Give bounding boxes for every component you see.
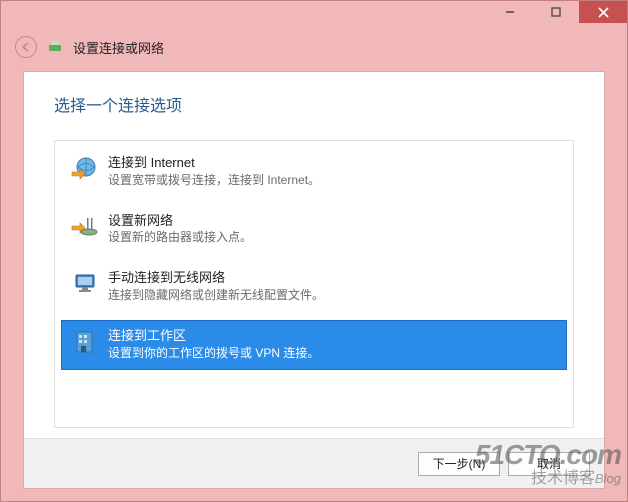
option-connect-workplace[interactable]: 连接到工作区 设置到你的工作区的拨号或 VPN 连接。 [61,320,567,370]
window-titlebar [1,1,627,29]
connection-options-list: 连接到 Internet 设置宽带或拨号连接，连接到 Internet。 设置新… [54,140,574,428]
next-button[interactable]: 下一步(N) [418,452,500,476]
content-panel: 选择一个连接选项 连接到 Internet 设置宽带或拨号连接，连接到 Inte… [23,71,605,489]
globe-arrow-icon [70,154,98,182]
router-icon [70,212,98,240]
option-setup-network[interactable]: 设置新网络 设置新的路由器或接入点。 [61,205,567,255]
option-connect-internet[interactable]: 连接到 Internet 设置宽带或拨号连接，连接到 Internet。 [61,147,567,197]
network-icon [47,39,63,55]
option-title: 连接到工作区 [108,327,319,345]
option-subtitle: 设置宽带或拨号连接，连接到 Internet。 [108,172,320,188]
building-icon [70,327,98,355]
option-subtitle: 设置新的路由器或接入点。 [108,229,252,245]
page-heading: 选择一个连接选项 [54,92,574,116]
maximize-button[interactable] [533,1,579,23]
option-title: 手动连接到无线网络 [108,269,324,287]
option-manual-wireless[interactable]: 手动连接到无线网络 连接到隐藏网络或创建新无线配置文件。 [61,262,567,312]
window-title: 设置连接或网络 [73,38,164,57]
close-button[interactable] [579,1,627,23]
option-title: 连接到 Internet [108,154,320,172]
header-bar: 设置连接或网络 [1,29,627,65]
minimize-button[interactable] [487,1,533,23]
option-subtitle: 设置到你的工作区的拨号或 VPN 连接。 [108,345,319,361]
option-title: 设置新网络 [108,212,252,230]
cancel-button[interactable]: 取消 [508,452,590,476]
option-subtitle: 连接到隐藏网络或创建新无线配置文件。 [108,287,324,303]
back-button[interactable] [15,36,37,58]
footer-bar: 下一步(N) 取消 [24,438,604,488]
monitor-icon [70,269,98,297]
